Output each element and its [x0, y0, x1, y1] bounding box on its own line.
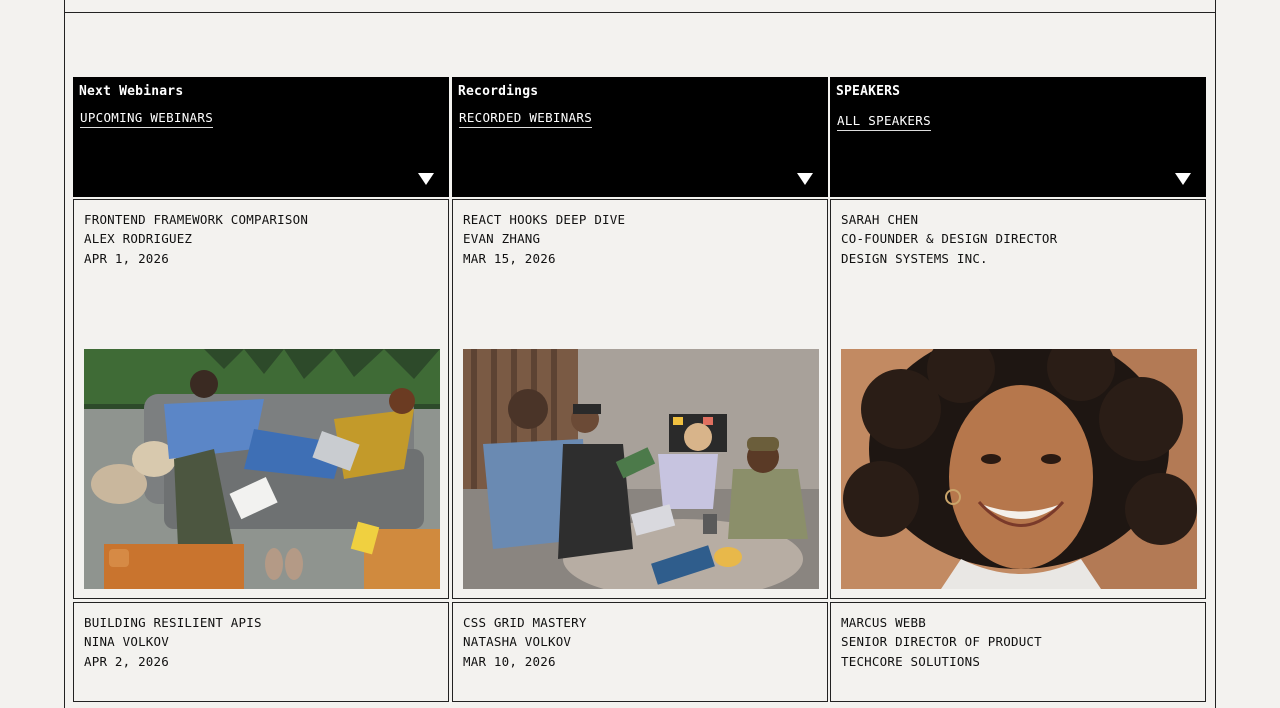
photo-friends-on-couch-with-laptop — [84, 349, 440, 589]
recording-card[interactable]: CSS GRID MASTERY NATASHA VOLKOV MAR 10, … — [452, 602, 828, 702]
speaker-name: SARAH CHEN — [841, 212, 919, 227]
recording-card[interactable]: REACT HOOKS DEEP DIVE EVAN ZHANG MAR 15,… — [452, 199, 828, 599]
recording-date: MAR 10, 2026 — [463, 653, 556, 669]
caret-down-icon[interactable] — [418, 173, 434, 185]
webinar-title: BUILDING RESILIENT APIS — [84, 615, 262, 630]
top-divider — [64, 12, 1216, 13]
speaker-card[interactable]: MARCUS WEBB SENIOR DIRECTOR OF PRODUCT T… — [830, 602, 1206, 702]
speaker-role: CO-FOUNDER & DESIGN DIRECTOR — [841, 231, 1058, 247]
recording-date: MAR 15, 2026 — [463, 250, 556, 266]
speaker-company: TECHCORE SOLUTIONS — [841, 653, 981, 669]
speaker-role: SENIOR DIRECTOR OF PRODUCT — [841, 634, 1042, 650]
column-header: SPEAKERS ALL SPEAKERS — [830, 77, 1206, 197]
webinar-title: FRONTEND FRAMEWORK COMPARISON — [84, 212, 309, 227]
speaker-company: DESIGN SYSTEMS INC. — [841, 250, 988, 266]
recording-title: CSS GRID MASTERY — [463, 615, 587, 630]
column-header: Next Webinars UPCOMING WEBINARS — [73, 77, 449, 197]
column-title: Recordings — [458, 84, 539, 99]
webinar-speaker: NINA VOLKOV — [84, 634, 169, 650]
column-title: Next Webinars — [79, 84, 184, 99]
photo-group-study-at-table — [463, 349, 819, 589]
webinar-card[interactable]: FRONTEND FRAMEWORK COMPARISON ALEX RODRI… — [73, 199, 449, 599]
webinar-date: APR 2, 2026 — [84, 653, 169, 669]
speaker-name: MARCUS WEBB — [841, 615, 926, 630]
column-header: Recordings RECORDED WEBINARS — [452, 77, 828, 197]
recording-speaker: NATASHA VOLKOV — [463, 634, 572, 650]
webinar-card[interactable]: BUILDING RESILIENT APIS NINA VOLKOV APR … — [73, 602, 449, 702]
recording-title: REACT HOOKS DEEP DIVE — [463, 212, 626, 227]
caret-down-icon[interactable] — [797, 173, 813, 185]
upcoming-webinars-link[interactable]: UPCOMING WEBINARS — [80, 110, 214, 128]
all-speakers-link[interactable]: ALL SPEAKERS — [837, 113, 931, 131]
recorded-webinars-link[interactable]: RECORDED WEBINARS — [459, 110, 593, 128]
webinar-speaker: ALEX RODRIGUEZ — [84, 231, 193, 247]
column-title: SPEAKERS — [836, 84, 901, 99]
webinar-date: APR 1, 2026 — [84, 250, 169, 266]
photo-smiling-woman-portrait — [841, 349, 1197, 589]
caret-down-icon[interactable] — [1175, 173, 1191, 185]
recording-speaker: EVAN ZHANG — [463, 231, 541, 247]
speaker-card[interactable]: SARAH CHEN CO-FOUNDER & DESIGN DIRECTOR … — [830, 199, 1206, 599]
